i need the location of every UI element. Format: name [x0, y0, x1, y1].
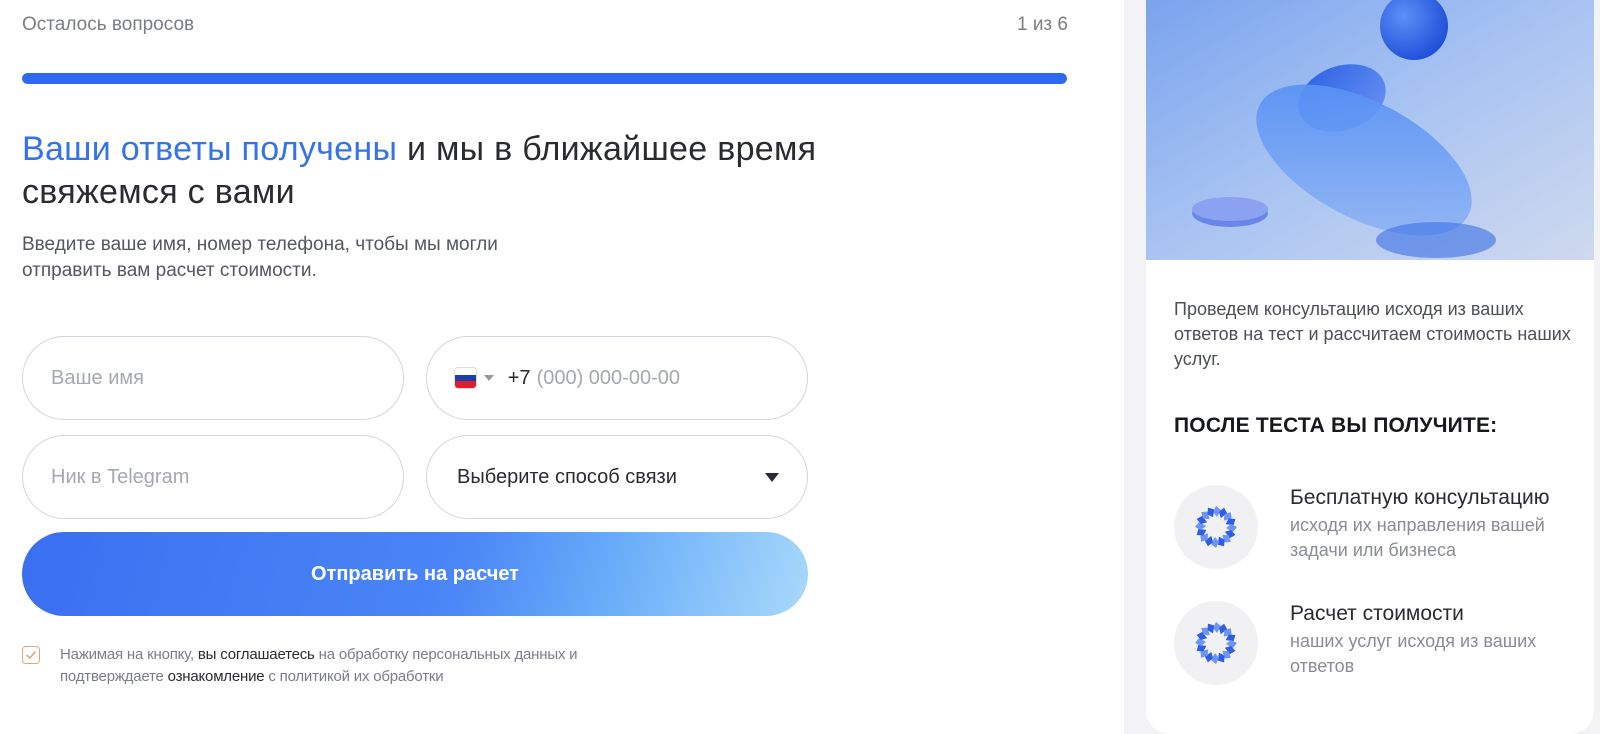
benefit-item: Расчет стоимости наших услуг исходя из в…: [1174, 601, 1584, 685]
progress-bar-fill: [22, 73, 1067, 84]
info-card: Проведем консультацию исходя из ваших от…: [1146, 0, 1594, 734]
contact-method-label: Выберите способ связи: [457, 465, 677, 488]
country-caret-icon[interactable]: [483, 375, 494, 381]
consent-link-policy[interactable]: ознакомление: [168, 668, 265, 685]
progress-bar: [22, 73, 1067, 84]
consent-text-part: Нажимая на кнопку,: [60, 646, 198, 663]
russia-flag-icon[interactable]: [455, 368, 476, 388]
spiral-ring-icon: [1174, 485, 1258, 569]
telegram-input[interactable]: [51, 465, 403, 489]
name-input[interactable]: [51, 366, 403, 390]
sidebar-intro: Проведем консультацию исходя из ваших от…: [1174, 299, 1571, 369]
consent-text: Нажимая на кнопку, вы соглашаетесь на об…: [60, 644, 620, 688]
spiral-ring-icon: [1174, 601, 1258, 685]
page-subtitle: Введите ваше имя, номер телефона, чтобы …: [22, 234, 498, 281]
checkmark-icon: [26, 651, 36, 659]
progress-header: Осталось вопросов 1 из 6: [22, 14, 1068, 36]
phone-field[interactable]: +7: [426, 336, 808, 420]
phone-input[interactable]: [536, 366, 807, 390]
submit-button[interactable]: Отправить на расчет: [22, 532, 808, 616]
benefit-title: Расчет стоимости: [1290, 602, 1464, 625]
progress-label: Осталось вопросов: [22, 14, 195, 35]
progress-counter: 1 из 6: [1016, 14, 1068, 35]
consent-row: Нажимая на кнопку, вы соглашаетесь на об…: [22, 644, 620, 688]
phone-prefix: +7: [507, 366, 531, 389]
hero-illustration: [1146, 0, 1594, 260]
title-accent: Ваши ответы получены: [22, 130, 398, 168]
telegram-field[interactable]: [22, 435, 404, 519]
consent-text-part: с политикой их обработки: [264, 668, 444, 685]
benefit-title: Бесплатную консультацию: [1290, 486, 1550, 509]
benefits-title: ПОСЛЕ ТЕСТА ВЫ ПОЛУЧИТЕ:: [1174, 414, 1498, 437]
chevron-down-icon: [765, 472, 779, 482]
name-field[interactable]: [22, 336, 404, 420]
consent-link-agree[interactable]: вы соглашаетесь: [198, 646, 315, 663]
contact-method-select[interactable]: Выберите способ связи: [426, 435, 808, 519]
benefit-desc: наших услуг исходя из ваших ответов: [1290, 631, 1537, 676]
benefit-desc: исходя их направления вашей задачи или б…: [1290, 515, 1545, 560]
benefit-item: Бесплатную консультацию исходя их направ…: [1174, 485, 1584, 569]
form-panel: Осталось вопросов 1 из 6 Ваши ответы пол…: [0, 0, 1124, 734]
consent-checkbox[interactable]: [22, 646, 40, 664]
page-title: Ваши ответы получены и мы в ближайшее вр…: [22, 128, 842, 214]
